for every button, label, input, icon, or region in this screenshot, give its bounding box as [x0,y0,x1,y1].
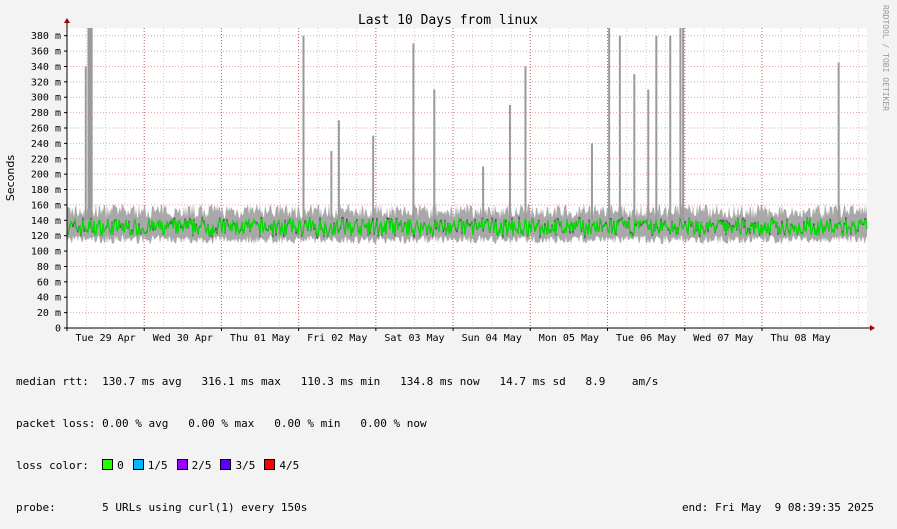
legend: median rtt: 130.7 ms avg 316.1 ms max 11… [16,347,886,529]
latency-spike [482,166,485,221]
loss-color-label-text: 1/5 [147,459,168,472]
plot-background [67,28,867,328]
y-tick-labels: 0 20 m 40 m 60 m 80 m 100 m 120 m 140 m 160 m 180… [31,31,61,334]
latency-spike [412,43,415,221]
y-tick-label: 100 m [31,247,61,258]
x-tick-labels: Tue 29 Apr Wed 30 Apr Thu 01 May Fri 02 May… [75,333,830,344]
x-axis-arrow [870,325,875,331]
latency-spike [337,120,340,221]
y-tick-label: 380 m [31,31,61,42]
median-rtt-row: median rtt: 130.7 ms avg 316.1 ms max 11… [16,375,886,389]
y-tick-label: 60 m [37,277,61,288]
x-tick-label: Wed 30 Apr [153,333,213,344]
y-tick-label: 80 m [37,262,61,273]
y-tick-label: 300 m [31,93,61,104]
packet-loss-label: packet loss: [16,417,96,430]
x-tick-label: Sat 03 May [384,333,444,344]
latency-spike [372,135,375,221]
y-tick-label: 20 m [37,308,61,319]
median-rtt-label: median rtt: [16,375,89,388]
latency-spike [647,89,650,221]
loss-color-swatch [132,459,144,470]
loss-color-item: 4/5 [264,459,299,473]
y-tick-label: 260 m [31,124,61,135]
latency-spike [669,35,672,221]
latency-spike [90,28,93,221]
x-tick-label: Tue 06 May [616,333,676,344]
loss-color-swatch [264,459,276,470]
latency-spike [84,66,87,221]
x-tick-label: Tue 29 Apr [75,333,135,344]
y-tick-label: 180 m [31,185,61,196]
y-tick-label: 160 m [31,200,61,211]
y-tick-label: 360 m [31,47,61,58]
latency-spike [618,35,621,221]
latency-spike [679,28,682,221]
latency-spike [330,151,333,221]
latency-spike [508,104,511,221]
loss-color-item: 0 [102,459,124,473]
loss-color-label-text: 3/5 [235,459,256,472]
loss-color-label-text: 0 [117,459,124,472]
end-time: end: Fri May 9 08:39:35 2025 [681,501,874,514]
latency-chart: Last 10 Days from linux Seconds RRDTOOL … [4,5,890,344]
loss-color-item: 3/5 [220,459,255,473]
loss-color-label-text: 4/5 [279,459,300,472]
probe-label: probe: [16,501,56,514]
latency-spike [655,35,658,221]
x-tick-label: Mon 05 May [539,333,599,344]
latency-spike [608,28,611,221]
loss-color-swatch [220,459,232,470]
latency-spike [682,28,685,221]
latency-spike [590,143,593,221]
x-tick-label: Sun 04 May [462,333,522,344]
x-tick-label: Wed 07 May [693,333,753,344]
packet-loss-values: 0.00 % avg 0.00 % max 0.00 % min 0.00 % … [102,417,427,430]
y-tick-label: 120 m [31,231,61,242]
latency-spike [837,62,840,221]
chart-title: Last 10 Days from linux [358,13,538,28]
y-tick-label: 280 m [31,108,61,119]
loss-color-label-text: 2/5 [191,459,212,472]
y-tick-label: 220 m [31,154,61,165]
y-tick-label: 0 [55,324,61,335]
x-tick-label: Thu 08 May [770,333,830,344]
y-axis-label: Seconds [4,155,17,201]
y-tick-label: 140 m [31,216,61,227]
loss-color-swatches: 0 1/5 2/5 3/5 4/5 [102,459,308,472]
latency-spike [633,74,636,221]
packet-loss-row: packet loss: 0.00 % avg 0.00 % max 0.00 … [16,417,886,431]
loss-color-item: 1/5 [132,459,168,473]
probe-row: probe: 5 URLs using curl(1) every 150s en… [16,501,886,515]
rrdtool-watermark: RRDTOOL / TOBI OETIKER [881,5,890,111]
loss-color-item: 2/5 [176,459,212,473]
loss-color-label: loss color: [16,459,89,472]
y-tick-label: 40 m [37,293,61,304]
x-tick-label: Fri 02 May [307,333,367,344]
probe-value: 5 URLs using curl(1) every 150s [102,501,308,514]
latency-spike [302,35,305,221]
y-tick-label: 200 m [31,170,61,181]
y-axis-arrow [64,18,70,23]
latency-spike [433,89,436,221]
loss-color-swatch [102,459,114,470]
loss-color-row: loss color: 0 1/5 2/5 3/5 4/5 [16,459,886,473]
x-tick-label: Thu 01 May [230,333,290,344]
y-tick-label: 340 m [31,62,61,73]
y-tick-label: 320 m [31,77,61,88]
median-rtt-values: 130.7 ms avg 316.1 ms max 110.3 ms min 1… [102,375,659,388]
y-tick-label: 240 m [31,139,61,150]
latency-spike [524,66,527,221]
loss-color-swatch [176,459,188,470]
